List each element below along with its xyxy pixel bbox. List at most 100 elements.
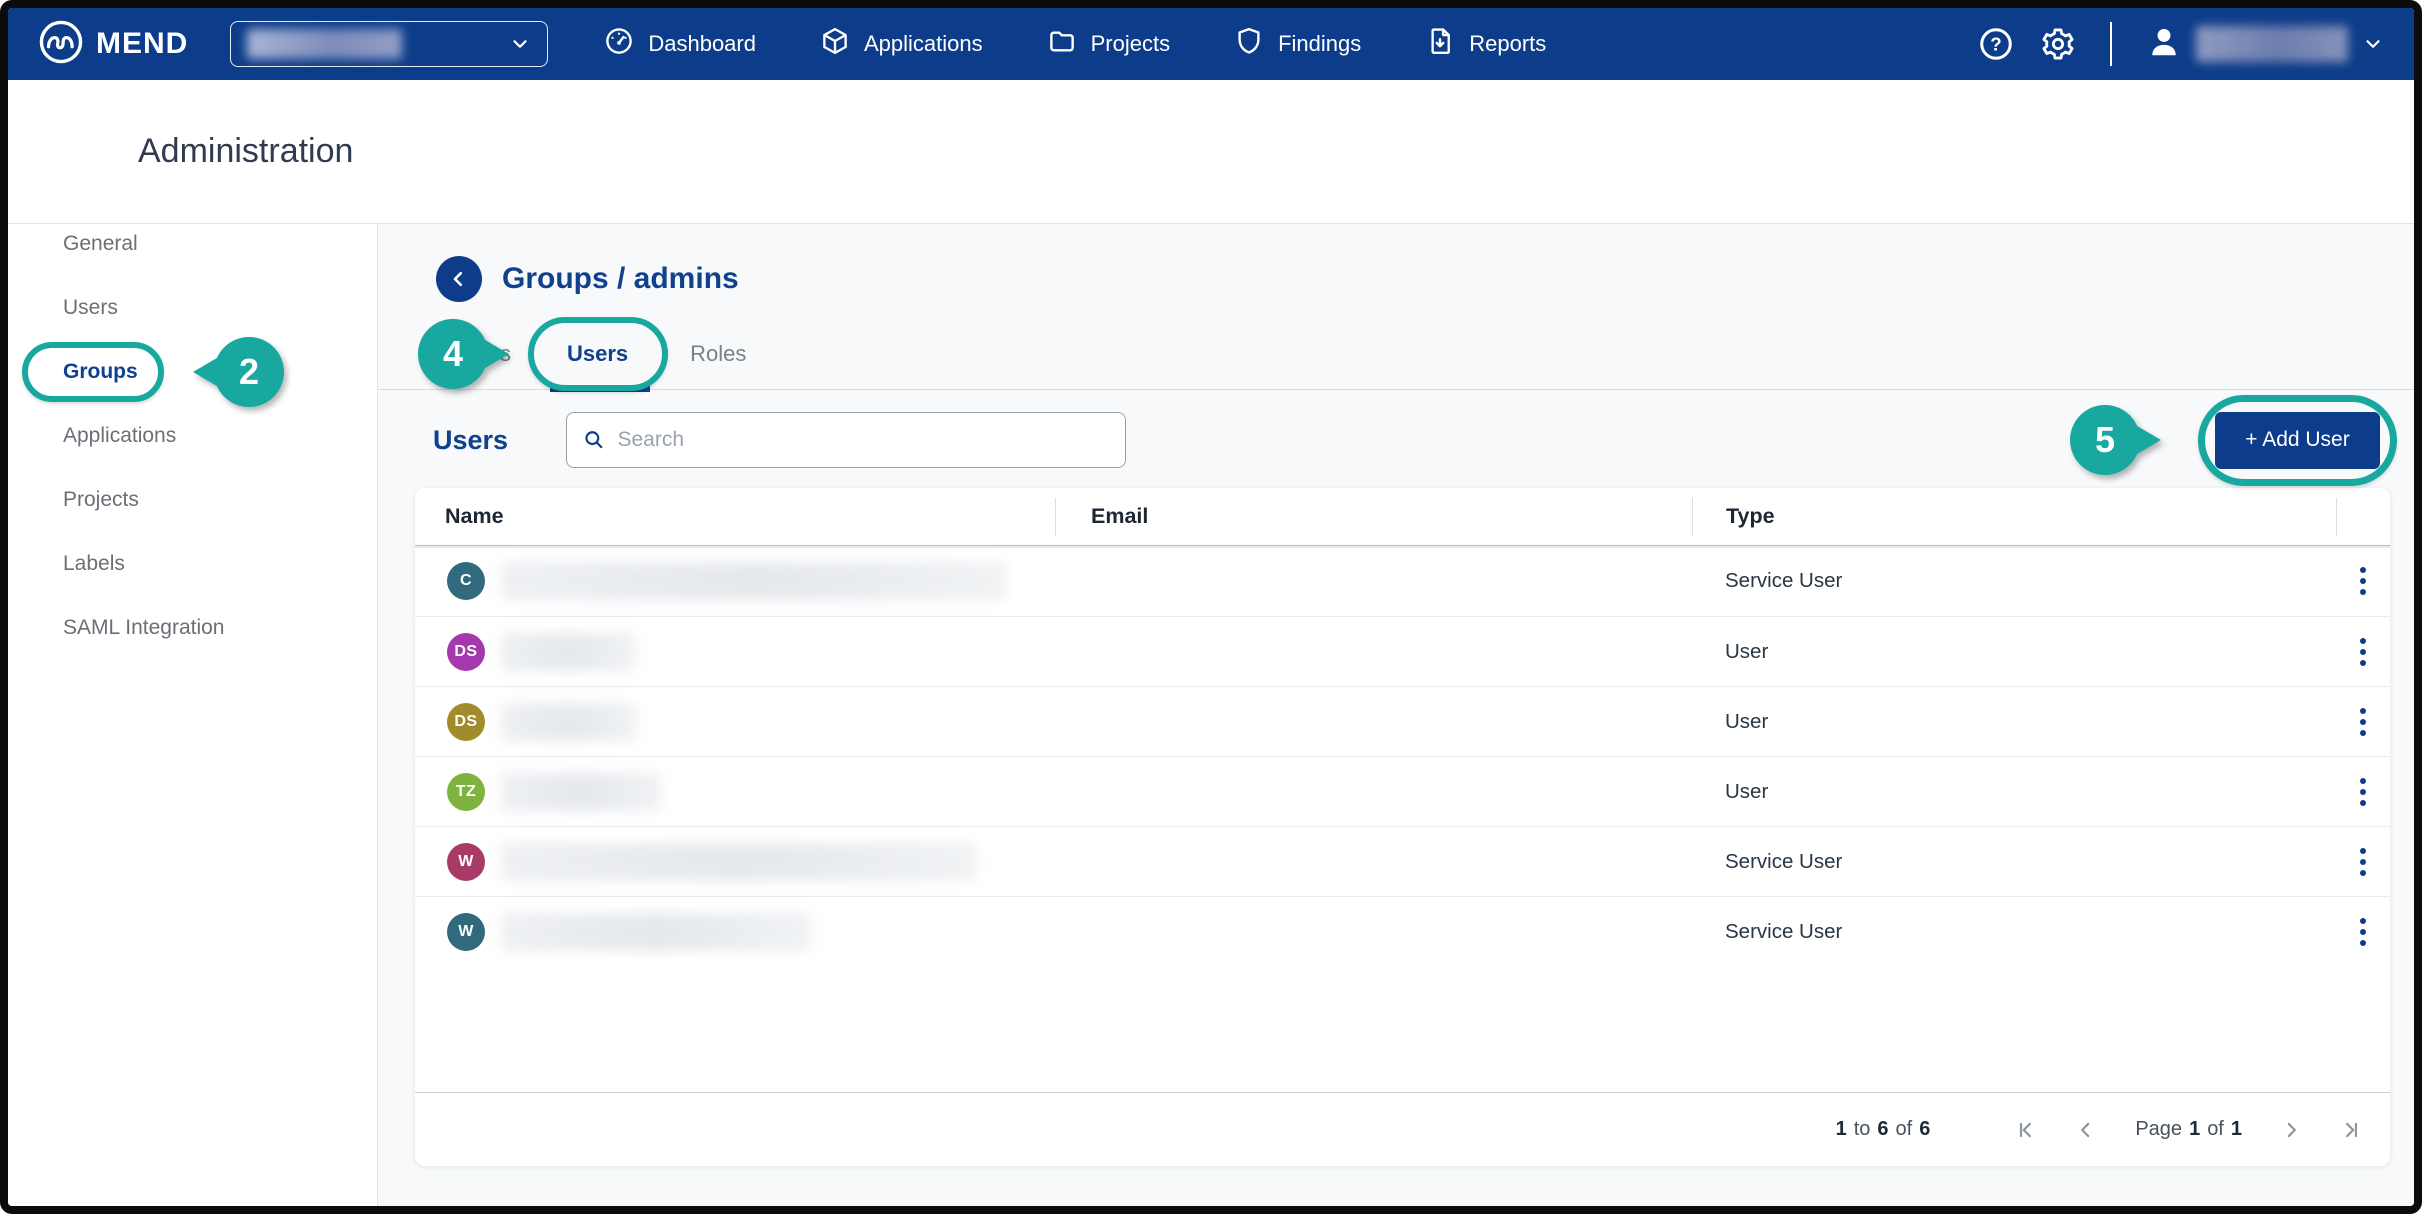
sidebar-item-general[interactable]: General [8,212,377,276]
name-redacted [501,913,811,951]
organization-name-redacted [247,29,402,59]
sidebar-item-label: Applications [63,424,176,448]
actions-cell [2336,630,2390,674]
tab-roles[interactable]: Roles [690,341,746,367]
gauge-icon [604,26,634,62]
range-word: to [1854,1118,1871,1141]
table-row[interactable]: DS User [415,686,2390,756]
last-page-button[interactable] [2340,1119,2362,1141]
name-redacted [501,703,636,741]
kebab-menu-icon[interactable] [2352,910,2374,954]
top-nav: MEND Dashboard [8,8,2414,80]
search-input[interactable] [617,428,1109,452]
kebab-menu-icon[interactable] [2352,840,2374,884]
type-cell: User [1692,710,2336,734]
table-row[interactable]: TZ User [415,756,2390,826]
page-header: Administration [8,80,2414,224]
sidebar-item-applications[interactable]: Applications [8,404,377,468]
actions-cell [2336,700,2390,744]
actions-cell [2336,559,2390,603]
username-redacted [2196,26,2348,62]
table-row[interactable]: DS User [415,616,2390,686]
column-header-name: Name [415,504,1055,529]
svg-text:?: ? [1990,33,2001,54]
column-header-actions [2336,498,2390,536]
sidebar-item-users[interactable]: Users [8,276,377,340]
add-user-button[interactable]: + Add User [2215,412,2380,469]
name-redacted [501,773,661,811]
name-cell: W [415,843,1055,881]
active-tab-indicator [550,385,650,392]
actions-cell [2336,770,2390,814]
name-cell: DS [415,703,1055,741]
name-cell: TZ [415,773,1055,811]
table-row[interactable]: C Service User [415,546,2390,616]
nav-item-applications[interactable]: Applications [820,26,983,62]
organization-selector[interactable] [230,21,548,67]
sidebar-item-label: Groups [63,360,138,384]
mend-logo[interactable]: MEND [38,19,188,70]
admin-sidebar: General Users Groups 2 Applications Proj… [8,224,378,1206]
divider [2110,22,2112,66]
callout-number: 4 [443,333,463,375]
annotation-callout-4: 4 [418,319,488,389]
row-range: 1 to 6 of 6 [1836,1118,1931,1141]
column-header-email: Email [1055,498,1692,536]
chevron-down-icon [509,33,531,55]
kebab-menu-icon[interactable] [2352,559,2374,603]
sidebar-item-groups[interactable]: Groups 2 [8,340,377,404]
nav-item-reports[interactable]: Reports [1425,26,1546,62]
users-toolbar: Users + Add User 5 [433,410,2390,470]
nav-item-projects[interactable]: Projects [1047,26,1170,62]
type-cell: Service User [1692,920,2336,944]
sidebar-item-label: SAML Integration [63,616,224,640]
sidebar-item-label: Labels [63,552,125,576]
name-cell: DS [415,633,1055,671]
report-icon [1425,26,1455,62]
brand-name: MEND [96,27,188,61]
sidebar-item-labels[interactable]: Labels [8,532,377,596]
avatar: TZ [447,773,485,811]
actions-cell [2336,910,2390,954]
avatar: C [447,562,485,600]
range-to: 6 [1877,1118,1888,1141]
help-icon[interactable]: ? [1978,26,2014,62]
table-row[interactable]: W Service User [415,896,2390,966]
next-page-button[interactable] [2280,1119,2302,1141]
page-title: Administration [138,132,353,171]
cube-icon [820,26,850,62]
annotation-callout-2: 2 [214,337,284,407]
kebab-menu-icon[interactable] [2352,630,2374,674]
callout-number: 2 [239,351,259,393]
avatar: W [447,913,485,951]
gear-icon[interactable] [2040,26,2076,62]
mend-wave-icon [38,19,84,70]
first-page-button[interactable] [2015,1119,2037,1141]
page-total: 1 [2231,1118,2242,1141]
type-cell: Service User [1692,850,2336,874]
tab-users[interactable]: Users [557,341,638,367]
sidebar-item-label: General [63,232,138,256]
sidebar-item-projects[interactable]: Projects [8,468,377,532]
user-menu[interactable] [2146,24,2384,65]
back-button[interactable] [436,256,482,302]
add-user-wrap: + Add User 5 [2215,412,2380,469]
previous-page-button[interactable] [2075,1119,2097,1141]
tabs: s Users Roles 4 [378,318,2414,390]
page-indicator: Page 1 of 1 [2135,1118,2242,1141]
sidebar-item-saml-integration[interactable]: SAML Integration [8,596,377,660]
nav-item-dashboard[interactable]: Dashboard [604,26,756,62]
search-box[interactable] [566,412,1126,468]
table-row[interactable]: W Service User [415,826,2390,896]
shield-icon [1234,26,1264,62]
nav-item-findings[interactable]: Findings [1234,26,1361,62]
table-empty-space [415,966,2390,1092]
chevron-down-icon [2362,33,2384,55]
kebab-menu-icon[interactable] [2352,770,2374,814]
breadcrumb-row: Groups / admins [436,252,2414,306]
nav-label: Projects [1091,31,1170,57]
nav-label: Dashboard [648,31,756,57]
type-cell: User [1692,780,2336,804]
kebab-menu-icon[interactable] [2352,700,2374,744]
nav-label: Applications [864,31,983,57]
